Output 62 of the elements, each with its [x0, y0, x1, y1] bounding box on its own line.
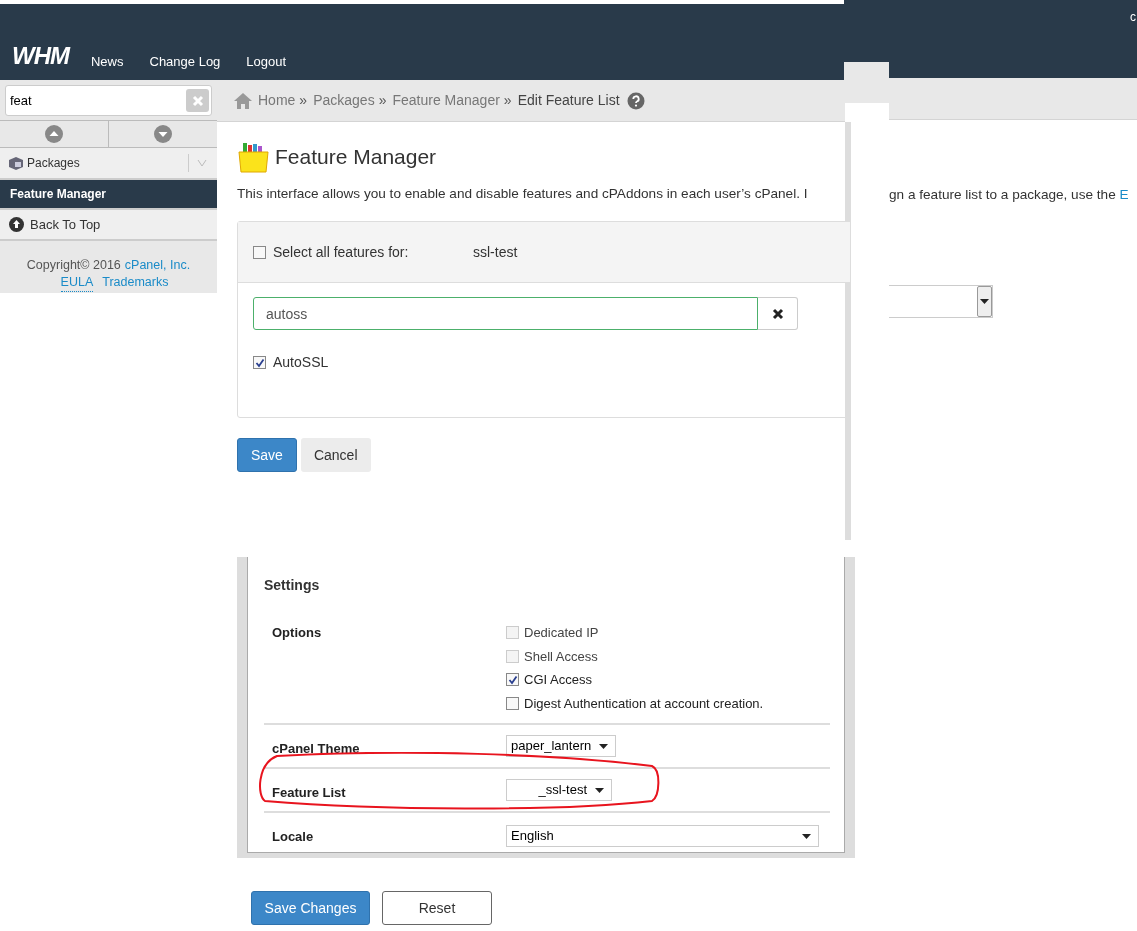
breadcrumb-separator: » — [503, 91, 512, 110]
package-icon — [8, 156, 24, 170]
nav-link[interactable]: Logout — [246, 55, 287, 68]
checkbox[interactable] — [253, 245, 266, 259]
field-label: Options — [272, 624, 323, 642]
back-to-top-link[interactable]: Back To Top — [0, 208, 217, 241]
reset-button[interactable]: Reset — [382, 891, 492, 925]
checkbox-label: Digest Authentication at account creation. — [524, 694, 764, 713]
save-changes-button[interactable]: Save Changes — [251, 891, 370, 925]
intro-text: gn a feature list to a package, use the E — [889, 186, 1130, 204]
save-button[interactable]: Save — [237, 438, 297, 473]
checkbox-label: Dedicated IP — [524, 624, 599, 642]
section-title: Settings — [264, 576, 321, 595]
breadcrumb-separator: » — [378, 91, 387, 110]
caret-icon — [980, 299, 989, 305]
whm-logo: WHM — [12, 44, 69, 68]
checkbox-label: Shell Access — [524, 647, 598, 666]
feature-box-icon — [237, 140, 271, 174]
home-icon — [233, 92, 253, 109]
nav-link[interactable]: Change Log — [149, 55, 221, 68]
checkbox-label: AutoSSL — [273, 353, 329, 373]
caret-icon — [802, 833, 811, 839]
select-field[interactable]: paper_lantern — [506, 735, 617, 757]
close-icon — [191, 94, 204, 107]
copyright-text: Copyright© 2016 — [26, 257, 121, 274]
filter-field[interactable]: autoss — [253, 297, 758, 331]
checkbox-label: Select all features for: — [273, 242, 410, 262]
nav-link[interactable]: News — [91, 55, 124, 68]
intro-link[interactable]: E — [1119, 187, 1129, 202]
clear-filter-button[interactable] — [758, 297, 798, 331]
intro-text: This interface allows you to enable and disable features and cPAddons in each user’s cPanel. I — [237, 185, 809, 203]
select-field[interactable] — [889, 285, 993, 319]
clear-button[interactable] — [186, 89, 209, 112]
breadcrumb-link[interactable]: Home — [258, 90, 296, 111]
checkbox-label: CGI Access — [524, 671, 592, 689]
search-field[interactable]: feat — [5, 85, 212, 116]
checkbox[interactable] — [253, 356, 266, 370]
arrow-up-icon — [45, 125, 63, 143]
field-label: Locale — [272, 828, 315, 846]
caret-icon — [599, 743, 609, 749]
sidebar-group[interactable]: Packages — [0, 148, 217, 180]
chevron-down-icon — [197, 159, 207, 167]
arrow-up-icon — [9, 217, 24, 232]
close-icon — [771, 307, 784, 320]
select-field[interactable]: English — [506, 825, 819, 847]
checkbox[interactable] — [506, 673, 519, 687]
header-text: c — [1130, 9, 1136, 26]
breadcrumb-link[interactable]: Feature Manager — [392, 90, 500, 111]
breadcrumb-current: Edit Feature List — [517, 91, 620, 110]
select-field[interactable]: _ssl-test — [506, 779, 612, 801]
cancel-button[interactable]: Cancel — [300, 438, 371, 473]
page-title: Feature Manager — [275, 144, 437, 171]
breadcrumb-link[interactable]: Packages — [313, 90, 375, 111]
sidebar-item[interactable]: Feature Manager — [0, 180, 217, 208]
field-label: Feature List — [272, 784, 347, 802]
field-label: cPanel Theme — [272, 740, 361, 758]
caret-icon — [595, 787, 604, 793]
arrow-down-icon — [154, 125, 172, 143]
help-icon — [626, 91, 645, 110]
checkbox[interactable] — [506, 696, 519, 710]
breadcrumb-separator: » — [299, 91, 308, 110]
account-name: ssl-test — [473, 242, 518, 262]
